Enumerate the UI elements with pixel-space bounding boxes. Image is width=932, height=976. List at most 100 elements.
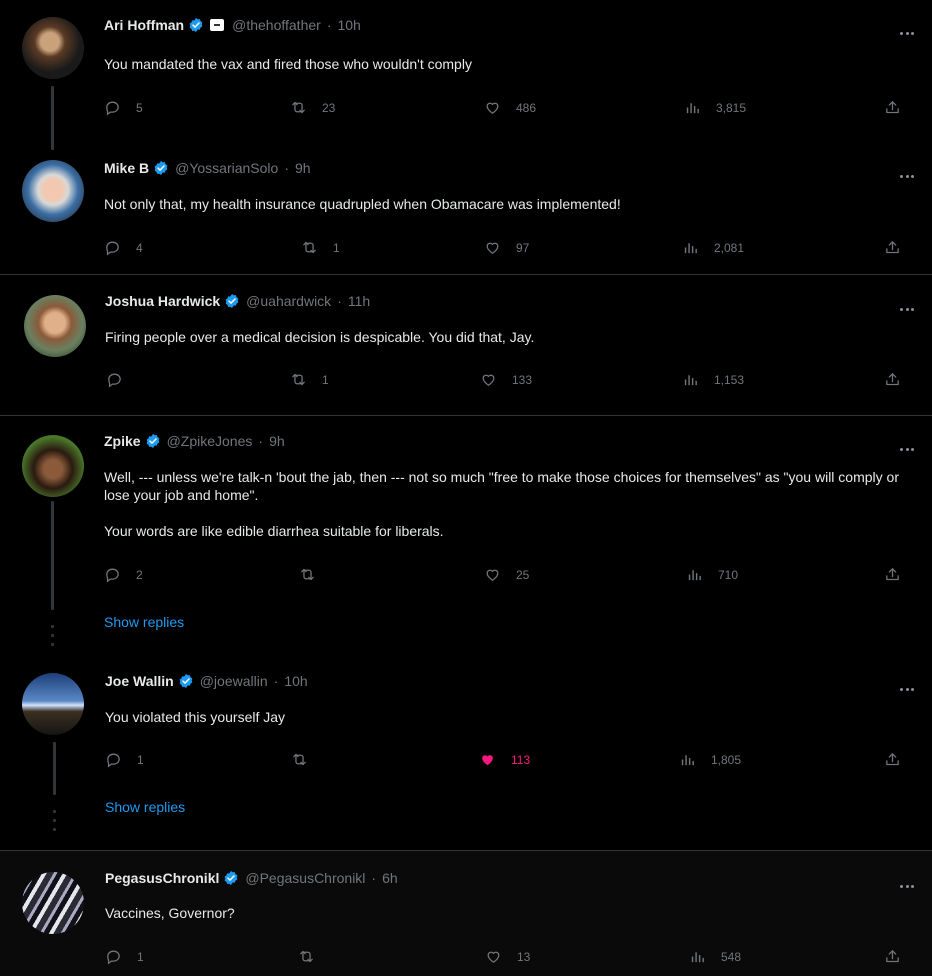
repost-icon <box>299 566 331 583</box>
repost-button[interactable] <box>299 566 331 583</box>
repost-button[interactable] <box>291 751 323 768</box>
reply-button[interactable]: 4 <box>104 239 143 256</box>
repost-button[interactable]: 23 <box>290 99 335 116</box>
share-icon <box>884 99 916 116</box>
show-replies-link[interactable]: Show replies <box>104 614 184 630</box>
repost-icon <box>290 371 322 388</box>
views-button[interactable]: 710 <box>686 566 738 583</box>
avatar[interactable] <box>22 160 84 222</box>
repost-button[interactable]: 1 <box>290 371 329 388</box>
views-icon <box>689 948 721 965</box>
share-button[interactable] <box>884 751 916 768</box>
display-name[interactable]: Mike B <box>104 160 149 176</box>
share-button[interactable] <box>884 948 916 965</box>
reply-post[interactable]: Mike B @YossarianSolo · 9h Not only that, my… <box>0 142 932 274</box>
handle[interactable]: @YossarianSolo <box>175 160 278 176</box>
share-button[interactable] <box>884 99 916 116</box>
reply-button[interactable]: 1 <box>105 751 144 768</box>
verified-badge-icon[interactable] <box>188 17 204 33</box>
reply-post[interactable]: Joe Wallin @joewallin · 10h You violated thi… <box>0 665 932 850</box>
like-button[interactable]: 25 <box>484 566 529 583</box>
display-name[interactable]: Joe Wallin <box>105 673 174 689</box>
thread-dots <box>51 625 54 652</box>
reply-icon <box>105 751 137 768</box>
timestamp[interactable]: 10h <box>284 673 307 689</box>
views-button[interactable]: 1,805 <box>679 751 741 768</box>
avatar[interactable] <box>22 872 84 934</box>
post-text-paragraph: Your words are like edible diarrhea suit… <box>104 523 444 539</box>
like-icon <box>479 751 511 768</box>
handle[interactable]: @thehoffather <box>232 17 321 33</box>
share-button[interactable] <box>884 566 916 583</box>
reply-icon <box>105 948 137 965</box>
share-button[interactable] <box>884 371 916 388</box>
views-button[interactable]: 548 <box>689 948 741 965</box>
show-replies-link[interactable]: Show replies <box>105 799 185 815</box>
repost-count: 1 <box>333 240 340 255</box>
verified-badge-icon[interactable] <box>224 293 240 309</box>
reply-icon <box>104 239 136 256</box>
display-name[interactable]: PegasusChronikl <box>105 870 219 886</box>
display-name[interactable]: Joshua Hardwick <box>105 293 220 309</box>
separator-dot: · <box>371 870 377 886</box>
more-icon[interactable] <box>900 175 914 179</box>
handle[interactable]: @ZpikeJones <box>167 433 253 449</box>
more-icon[interactable] <box>900 885 914 889</box>
reply-post[interactable]: Zpike @ZpikeJones · 9h Well, --- unless we'r… <box>0 415 932 665</box>
share-button[interactable] <box>884 239 916 256</box>
reply-post[interactable]: Joshua Hardwick @uahardwick · 11h Firing peo… <box>0 275 932 415</box>
handle[interactable]: @uahardwick <box>246 293 331 309</box>
affiliation-badge-icon[interactable] <box>210 19 225 31</box>
reply-post[interactable]: PegasusChronikl @PegasusChronikl · 6h Vaccin… <box>0 851 932 976</box>
reply-button[interactable]: 5 <box>104 99 143 116</box>
separator-dot: · <box>337 293 342 309</box>
repost-button[interactable]: 1 <box>301 239 340 256</box>
more-icon[interactable] <box>900 688 914 692</box>
share-icon <box>884 371 916 388</box>
display-name[interactable]: Zpike <box>104 433 141 449</box>
separator-dot: · <box>273 673 279 689</box>
views-button[interactable]: 2,081 <box>682 239 744 256</box>
post-text: Firing people over a medical decision is… <box>105 328 900 346</box>
reply-button[interactable]: 2 <box>104 566 143 583</box>
more-icon[interactable] <box>900 32 914 36</box>
separator-dot: · <box>326 17 332 33</box>
display-name[interactable]: Ari Hoffman <box>104 17 184 33</box>
more-icon[interactable] <box>900 448 914 452</box>
like-button[interactable]: 13 <box>485 948 530 965</box>
timestamp[interactable]: 6h <box>382 870 398 886</box>
timestamp[interactable]: 9h <box>269 433 285 449</box>
handle[interactable]: @joewallin <box>200 673 268 689</box>
like-count: 97 <box>516 240 530 255</box>
avatar[interactable] <box>22 435 84 497</box>
views-icon <box>679 751 711 768</box>
like-button[interactable]: 133 <box>480 371 532 388</box>
views-button[interactable]: 3,815 <box>684 99 746 116</box>
like-button[interactable]: 113 <box>479 751 530 768</box>
avatar[interactable] <box>22 673 84 735</box>
avatar[interactable] <box>22 17 84 79</box>
timestamp[interactable]: 10h <box>337 17 360 33</box>
share-icon <box>884 751 916 768</box>
reply-button[interactable]: 1 <box>105 948 144 965</box>
reply-post[interactable]: Ari Hoffman @thehoffather · 10h You mandated… <box>0 0 932 150</box>
handle[interactable]: @PegasusChronikl <box>245 870 365 886</box>
thread-line <box>53 742 56 795</box>
verified-badge-icon[interactable] <box>145 433 161 449</box>
post-header: Joshua Hardwick @uahardwick · 11h <box>105 293 370 309</box>
more-icon[interactable] <box>900 308 914 312</box>
timestamp[interactable]: 11h <box>348 293 370 309</box>
avatar[interactable] <box>24 295 86 357</box>
like-icon <box>485 948 517 965</box>
views-button[interactable]: 1,153 <box>682 371 744 388</box>
repost-button[interactable] <box>298 948 330 965</box>
timestamp[interactable]: 9h <box>295 160 311 176</box>
like-button[interactable]: 97 <box>484 239 529 256</box>
verified-badge-icon[interactable] <box>223 870 239 886</box>
post-text: Not only that, my health insurance quadr… <box>104 195 900 213</box>
reply-button[interactable] <box>106 371 138 388</box>
verified-badge-icon[interactable] <box>153 160 169 176</box>
thread-line <box>51 501 54 610</box>
verified-badge-icon[interactable] <box>178 673 194 689</box>
like-button[interactable]: 486 <box>484 99 536 116</box>
